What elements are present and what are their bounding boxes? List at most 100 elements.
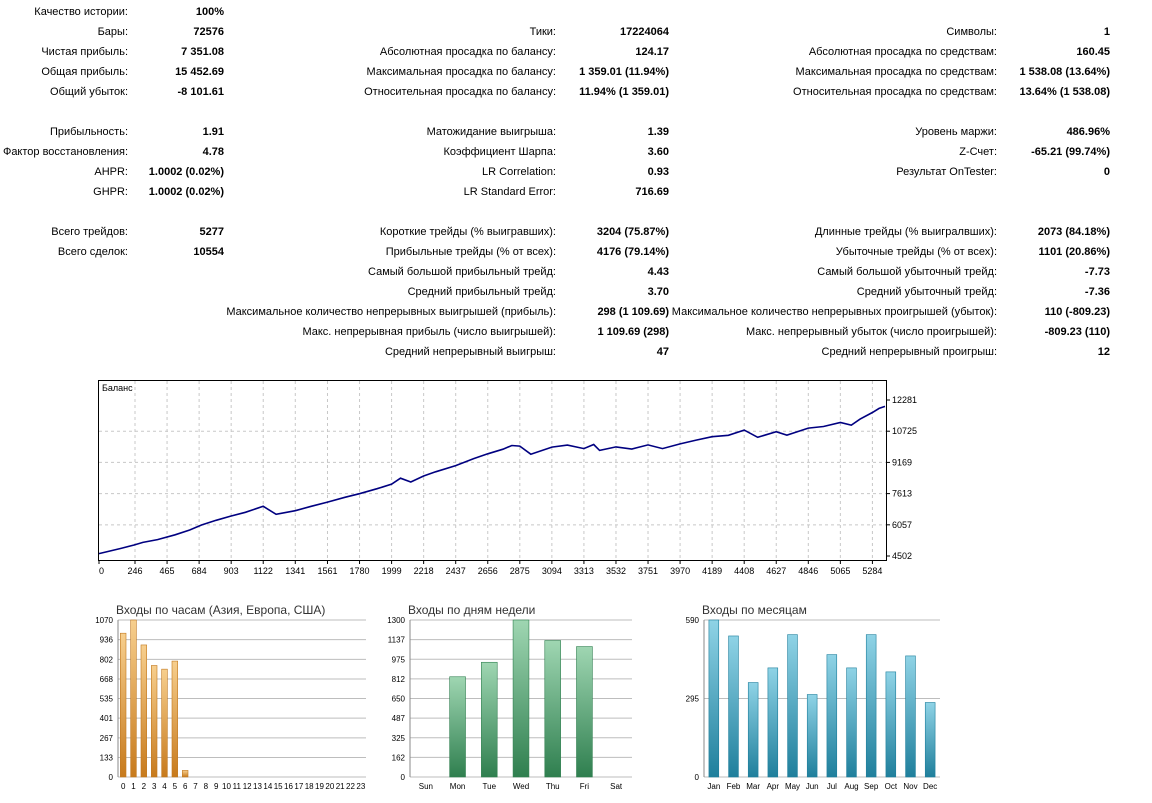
col1-label-10: Всего сделок: [57, 246, 128, 258]
hours-svg-xtick-label: 2 [142, 782, 147, 791]
hours-svg-title: Входы по часам (Азия, Европа, США) [116, 603, 325, 617]
hours-svg-xtick-label: 4 [162, 782, 167, 791]
hours-svg-bar [171, 660, 178, 778]
balance-xtick-label: 3094 [542, 566, 562, 575]
hours-svg-xtick-label: 9 [214, 782, 219, 791]
hours-svg-xtick-label: 5 [173, 782, 178, 791]
col3-label-12: Макс. непрерывный убыток (число проигрыш… [745, 326, 997, 338]
col3-label-4: Уровень маржи: [915, 126, 997, 138]
col3-value-5: -65.21 (99.74%) [1031, 146, 1110, 158]
col2-label-11: Средний прибыльный трейд: [407, 286, 556, 298]
months-svg-xtick-label: Oct [885, 782, 898, 791]
hours-svg-xtick-label: 11 [233, 782, 242, 791]
col2-label-14: Средний непрерывный выигрыш: [384, 346, 556, 358]
col3-value-4: 486.96% [1066, 126, 1110, 138]
balance-xtick-label: 684 [192, 566, 207, 575]
hours-svg-ytick-label: 802 [100, 655, 114, 664]
balance-xtick-label: 2437 [446, 566, 466, 575]
col1-label-7: AHPR: [94, 166, 128, 178]
balance-xtick-label: 1999 [382, 566, 402, 575]
col3-value-8: 1101 (20.86%) [1038, 246, 1110, 258]
months-svg-xtick-label: Aug [844, 782, 858, 791]
months-svg-xtick-label: Nov [903, 782, 917, 791]
col3-label-1: Абсолютная просадка по средствам: [808, 46, 997, 58]
days-svg-ytick-label: 487 [392, 714, 406, 723]
days-svg-ytick-label: 975 [392, 655, 406, 664]
col2-value-13: 1 109.69 (298) [597, 326, 669, 338]
balance-ytick-label: 6057 [892, 520, 912, 530]
balance-ytick-label: 7613 [892, 489, 912, 499]
col3-value-1: 160.45 [1076, 46, 1110, 58]
col2-value-10: 4.43 [647, 266, 669, 278]
col2-value-2: 1 359.01 (11.94%) [579, 66, 669, 78]
days-svg-xtick-label: Sat [610, 782, 623, 791]
hours-svg-xtick-label: 23 [356, 782, 365, 791]
months-svg-bar [787, 634, 798, 778]
col2-value-12: 298 (1 109.69) [597, 306, 669, 318]
months-svg-ytick-label: 590 [686, 616, 700, 625]
col3-label-13: Средний непрерывный проигрыш: [821, 346, 997, 358]
balance-xtick-label: 4846 [798, 566, 818, 575]
days-svg-ytick-label: 0 [401, 773, 406, 782]
col3-label-7: Длинные трейды (% выигралвших): [814, 226, 997, 238]
days-svg-ytick-label: 1300 [387, 616, 405, 625]
months-svg-xtick-label: Jan [707, 782, 720, 791]
balance-xtick-label: 3313 [574, 566, 594, 575]
col1-label-3: Общая прибыль: [41, 66, 128, 78]
hours-svg-ytick-label: 267 [100, 734, 114, 743]
balance-ytick-label: 12281 [892, 395, 917, 405]
hours-svg-ytick-label: 936 [100, 636, 114, 645]
col2-value-0: 17224064 [620, 26, 669, 38]
balance-chart: Баланс 12281 10725 9169 7613 6057 4502 0 246 465 6… [98, 380, 938, 576]
col3-label-5: Z-Счет: [959, 146, 997, 158]
months-svg-bar [708, 619, 720, 778]
col2-value-3: 11.94% (1 359.01) [579, 86, 669, 98]
days-svg-bar [481, 661, 498, 778]
col2-label-4: Матожидание выигрыша: [426, 126, 556, 138]
col1-value-2: 7 351.08 [181, 46, 224, 58]
hours-chart: Входы по часам (Азия, Европа, США) 1070 93… [88, 600, 372, 800]
col3-label-9: Самый большой убыточный трейд: [817, 266, 997, 278]
months-svg-bar [806, 694, 818, 778]
col2-value-1: 124.17 [635, 46, 669, 58]
col3-value-12: -809.23 (110) [1044, 326, 1110, 338]
months-svg-bar [905, 655, 916, 778]
hours-svg-xtick-label: 19 [315, 782, 324, 791]
months-svg-bar [885, 671, 897, 778]
balance-plot-frame [98, 380, 887, 561]
hours-svg-ytick-label: 1070 [95, 616, 113, 625]
hours-svg-xtick-label: 7 [193, 782, 198, 791]
balance-xtick-label: 1122 [254, 566, 273, 575]
months-svg-bar [924, 702, 936, 778]
days-svg-bar [449, 676, 466, 778]
col2-label-1: Абсолютная просадка по балансу: [379, 46, 556, 58]
days-svg-xtick-label: Wed [513, 782, 529, 791]
col3-label-3: Относительная просадка по средствам: [793, 86, 997, 98]
balance-xtick-label: 4408 [734, 566, 754, 575]
balance-xtick-label: 3532 [606, 566, 626, 575]
months-svg-xtick-label: Dec [923, 782, 937, 791]
months-svg-xtick-label: Apr [767, 782, 780, 791]
col1-label-9: Всего трейдов: [51, 226, 128, 238]
days-chart: Входы по дням недели 1300 1137 975 812 650 487… [380, 600, 636, 800]
months-svg-xtick-label: Mar [746, 782, 760, 791]
col2-value-14: 47 [656, 346, 669, 358]
col1-label-6: Фактор восстановления: [2, 146, 128, 158]
hours-svg-ytick-label: 133 [100, 753, 114, 762]
hours-svg-bar [130, 619, 137, 778]
hours-svg-xtick-label: 1 [131, 782, 136, 791]
days-svg-xtick-label: Tue [483, 782, 497, 791]
hours-svg-ytick-label: 0 [109, 773, 114, 782]
days-svg-bar [544, 640, 561, 778]
months-chart-svg: Входы по месяцам590 295 0 Jan Feb Mar Apr May Ju… [686, 603, 940, 791]
col2-value-9: 4176 (79.14%) [596, 246, 669, 258]
col1-value-7: 1.0002 (0.02%) [148, 166, 224, 178]
balance-xtick-label: 465 [160, 566, 175, 575]
col3-label-6: Результат OnTester: [896, 166, 997, 178]
col1-value-0: 100% [195, 6, 224, 18]
col1-label-5: Прибыльность: [49, 126, 128, 138]
col2-label-0: Тики: [529, 26, 556, 38]
months-svg-ytick-label: 295 [686, 695, 700, 704]
balance-xtick-label: 4189 [702, 566, 722, 575]
months-svg-xtick-label: May [785, 782, 800, 791]
